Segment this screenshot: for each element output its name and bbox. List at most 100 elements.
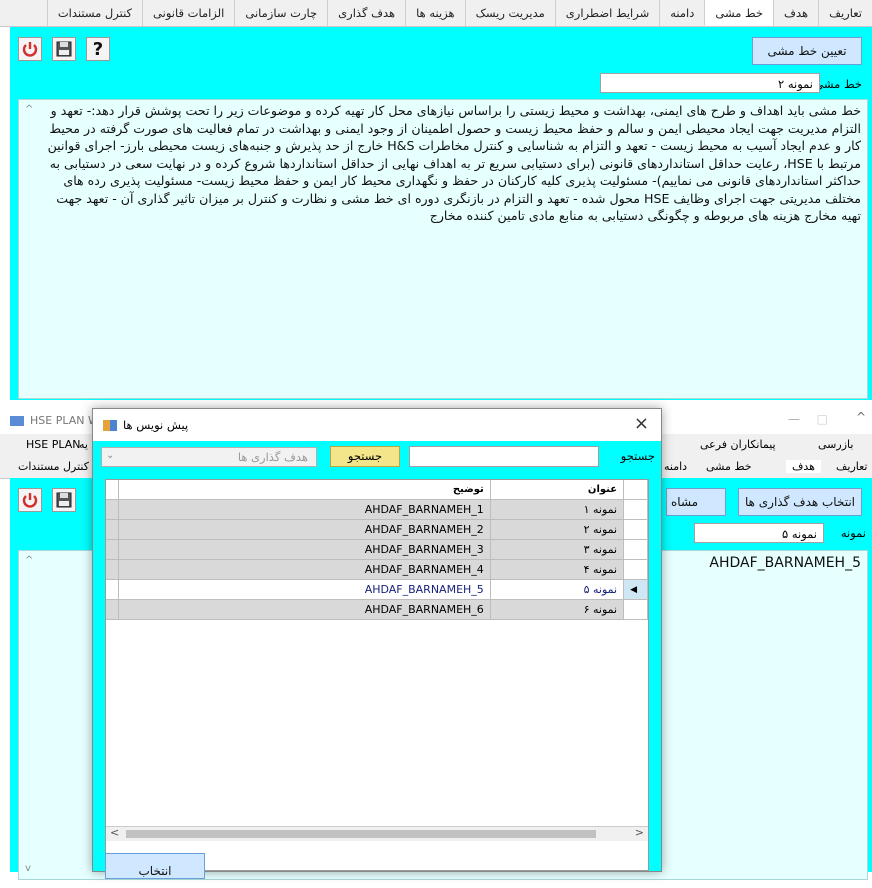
row-desc: AHDAF_BARNAMEH_4 [119,560,491,580]
search-input[interactable] [409,446,599,467]
collapse-icon[interactable]: ^ [856,410,866,424]
table-row[interactable]: AHDAF_BARNAMEH_2 نمونه ۲ [106,520,648,540]
header-corner [106,480,119,500]
top-window: تعاریف هدف خط مشی دامنه شرایط اضطراری مدیریت … [0,0,872,400]
top-tab-3[interactable]: دامنه [659,0,705,26]
policy-text-area[interactable]: ^ خط مشی باید اهداف و طرح های ایمنی، بهد… [18,99,868,399]
scroll-thumb[interactable] [126,830,596,838]
row-indicator [624,500,648,520]
table-row[interactable]: AHDAF_BARNAMEH_3 نمونه ۳ [106,540,648,560]
dialog-titlebar: پیش نویس ها × [93,409,661,441]
row-spacer [106,500,119,520]
top-tab-10[interactable]: کنترل مستندات [46,0,143,26]
row-spacer [106,560,119,580]
grid-header: توضیح عنوان [106,480,648,500]
bg-tab-hseplan[interactable]: HSE PLAN [26,438,80,451]
row-spacer [106,540,119,560]
bg-tab-docs[interactable]: کنترل مستندات [18,460,89,473]
row-title: نمونه ۶ [490,600,625,620]
bg-tab-definitions[interactable]: تعاریف [836,460,867,473]
h-scrollbar[interactable]: < > [106,826,648,841]
row-indicator [624,560,648,580]
row-spacer [106,580,119,600]
top-tab-1[interactable]: هدف [773,0,819,26]
row-spacer [106,600,119,620]
maximize-icon[interactable]: □ [817,412,828,426]
top-tab-8[interactable]: چارت سازمانی [234,0,328,26]
row-indicator [624,520,648,540]
top-panel: ? تعیین خط مشی خط مشی نمونه ۲ ^ خط مشی ب… [10,27,872,400]
bg-tab-inspection[interactable]: بازرسی [818,438,853,451]
save-icon[interactable] [52,37,76,61]
row-indicator [624,600,648,620]
row-title: نمونه ۲ [490,520,625,540]
assign-policy-button[interactable]: تعیین خط مشی [752,37,862,65]
dialog-app-icon [103,420,117,431]
row-spacer [106,520,119,540]
ok-button[interactable]: انتخاب [105,853,205,879]
row-desc: AHDAF_BARNAMEH_1 [119,500,491,520]
row-desc: AHDAF_BARNAMEH_2 [119,520,491,540]
power-icon[interactable] [18,37,42,61]
row-indicator [624,540,648,560]
separator [0,400,872,408]
search-button[interactable]: جستجو [330,446,400,467]
row-title: نمونه ۵ [490,580,625,600]
header-indicator [624,480,648,500]
bg-tab-hseplan-suffix: یه [79,438,88,451]
row-desc: AHDAF_BARNAMEH_3 [119,540,491,560]
top-tab-4[interactable]: شرایط اضطراری [554,0,660,26]
header-desc[interactable]: توضیح [119,480,491,500]
bg-tab-policy[interactable]: خط مشی [706,460,752,473]
bg-tab-scope[interactable]: دامنه [664,460,687,473]
drafts-grid: توضیح عنوان AHDAF_BARNAMEH_1 نمونه ۱ AHDAF… [105,479,649,871]
policy-text: خط مشی باید اهداف و طرح های ایمنی، بهداش… [47,103,861,223]
scroll-left-icon[interactable]: < [110,826,119,839]
policy-field-label: خط مشی [814,77,862,91]
bg-scroll-up-icon[interactable]: ^ [25,555,33,566]
select-goals-button[interactable]: انتخاب هدف گذاری ها [738,488,862,516]
search-label: جستجو [620,449,655,463]
bg-save-icon[interactable] [52,488,76,512]
table-row[interactable]: AHDAF_BARNAMEH_6 نمونه ۶ [106,600,648,620]
bg-power-icon[interactable] [18,488,42,512]
top-tab-0[interactable]: تعاریف [818,0,872,26]
top-tab-6[interactable]: هزینه ها [405,0,465,26]
bg-scroll-down-icon[interactable]: v [25,863,31,874]
top-tab-2[interactable]: خط مشی [704,0,774,26]
table-row[interactable]: AHDAF_BARNAMEH_1 نمونه ۱ [106,500,648,520]
row-title: نمونه ۱ [490,500,625,520]
bg-field-label: نمونه [840,526,866,540]
help-icon[interactable]: ? [86,37,110,61]
top-tab-9[interactable]: الزامات قانونی [142,0,235,26]
combo-arrow-icon: ⌄ [106,450,115,461]
minimize-icon[interactable]: — [788,412,800,426]
table-row[interactable]: AHDAF_BARNAMEH_4 نمونه ۴ [106,560,648,580]
dialog-body: ⌄ هدف گذاری ها جستجو جستجو توضیح عنوان A… [93,441,661,871]
app-icon [10,416,24,426]
bg-body-value: AHDAF_BARNAMEH_5 [709,555,861,571]
combo-placeholder: هدف گذاری ها [237,450,308,464]
scroll-up-icon[interactable]: ^ [25,104,33,115]
bg-app-title: HSE PLAN W [30,414,99,427]
goal-combo[interactable]: ⌄ هدف گذاری ها [101,447,317,467]
policy-field[interactable]: نمونه ۲ [600,73,820,93]
row-selected-indicator-icon: ◀ [624,580,648,600]
row-title: نمونه ۴ [490,560,625,580]
dialog-title: پیش نویس ها [123,418,189,432]
top-tabbar: تعاریف هدف خط مشی دامنه شرایط اضطراری مدیریت … [0,0,872,27]
bg-tab-goal[interactable]: هدف [786,460,821,473]
header-title[interactable]: عنوان [490,480,625,500]
bg-field[interactable]: نمونه ۵ [694,523,824,543]
view-button[interactable]: مشاه [666,488,726,516]
row-title: نمونه ۳ [490,540,625,560]
row-desc: AHDAF_BARNAMEH_6 [119,600,491,620]
top-tab-7[interactable]: هدف گذاری [327,0,406,26]
bg-tab-contractors[interactable]: پیمانکاران فرعی [700,438,776,451]
close-icon[interactable]: × [634,413,649,434]
top-tab-5[interactable]: مدیریت ریسک [464,0,555,26]
scroll-right-icon[interactable]: > [635,826,644,839]
drafts-dialog: پیش نویس ها × ⌄ هدف گذاری ها جستجو جستجو… [92,408,662,879]
table-row[interactable]: AHDAF_BARNAMEH_5 نمونه ۵ ◀ [106,580,648,600]
row-desc: AHDAF_BARNAMEH_5 [119,580,491,600]
